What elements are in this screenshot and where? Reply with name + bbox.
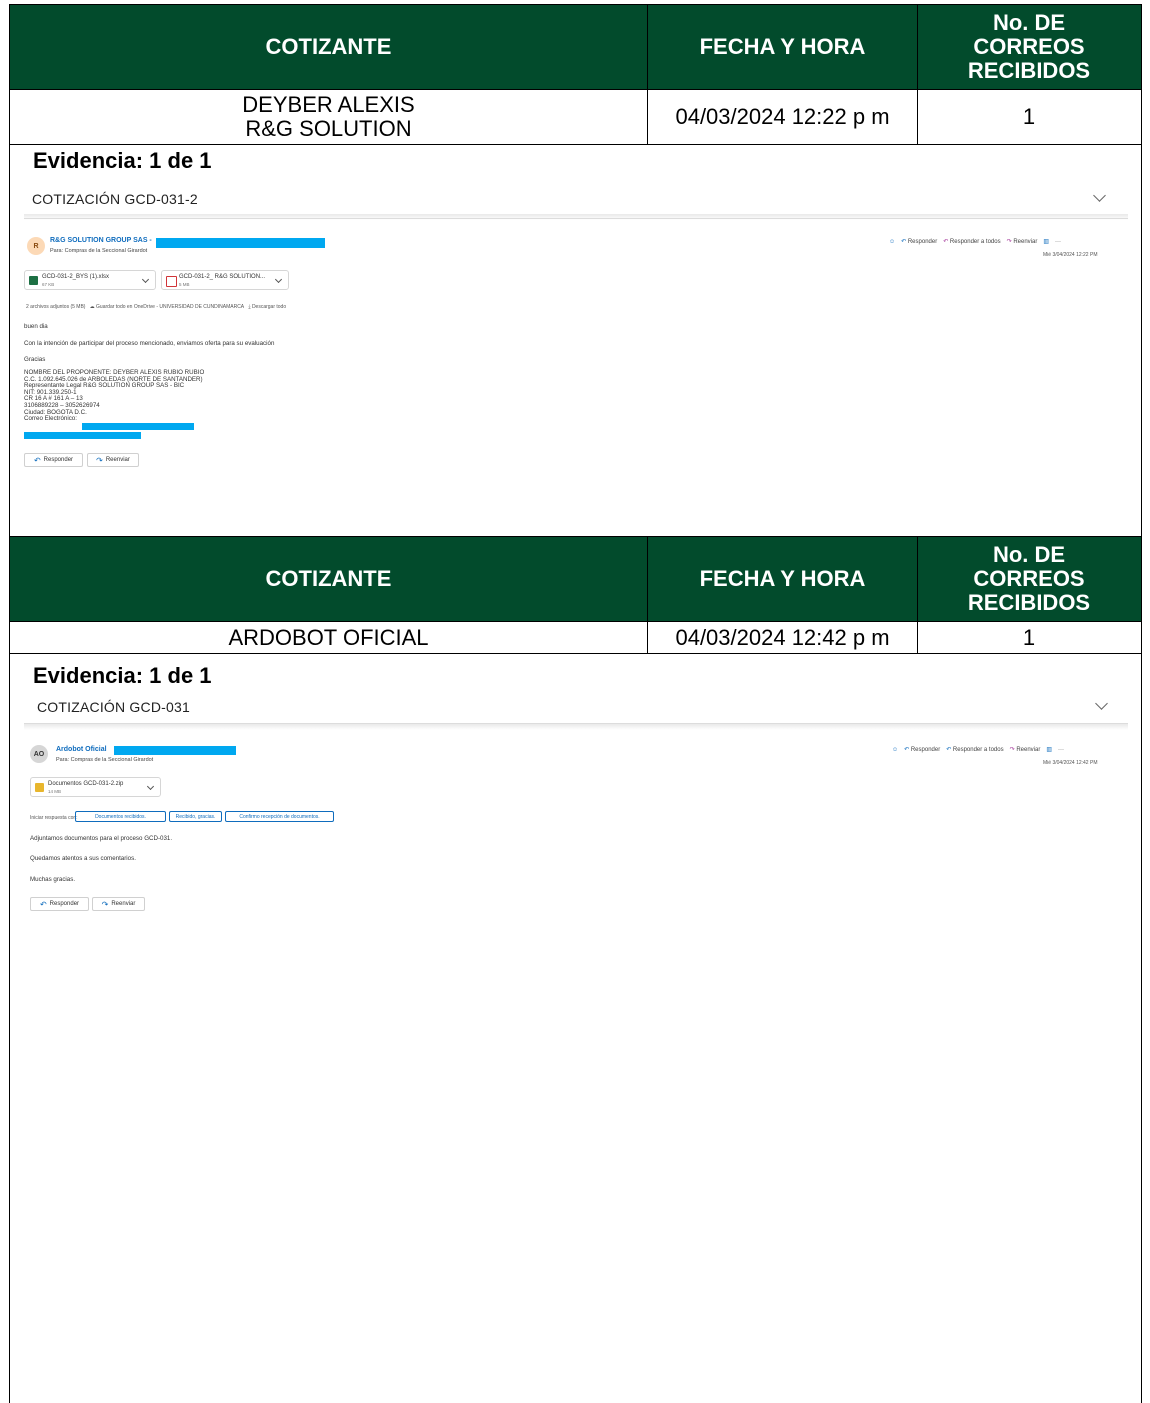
header-correos-recibidos: No. DE CORREOS RECIBIDOS [917,5,1140,89]
redacted-email [156,238,325,248]
email-body-line: Adjuntamos documentos para el proceso GC… [30,835,173,842]
emoji-icon[interactable]: ☺ [889,239,895,245]
email-actions: ☺ ↶ Responder ↶ Responder a todos ↷ Reen… [889,238,1061,246]
email-actions: ☺ ↶ Responder ↶ Responder a todos ↷ Reen… [892,746,1064,754]
cell-correos: 1 [917,622,1140,653]
forward-action[interactable]: ↷ Reenviar [1007,238,1038,245]
email-date: Mié 3/04/2024 12:22 PM [1043,252,1098,258]
email-date: Mié 3/04/2024 12:42 PM [1043,760,1098,766]
download-all-link[interactable]: Descargar todo [252,304,286,310]
view-icon[interactable]: ▥ [1046,746,1052,753]
header-correos-recibidos: No. DE CORREOS RECIBIDOS [917,537,1140,621]
table-row: DEYBER ALEXIS R&G SOLUTION 04/03/2024 12:… [9,90,1142,145]
chevron-down-icon[interactable] [141,275,150,284]
reply-button[interactable]: ↶ Responder [30,897,89,911]
divider [24,724,1128,730]
cell-correos: 1 [917,90,1140,144]
email-body-line: Muchas gracias. [30,876,76,883]
quick-reply-label: Iniciar respuesta con: [30,815,78,821]
reply-action[interactable]: ↶ Responder [904,746,940,753]
recipient-line: Para: Compras de la Seccional Girardot [50,248,148,254]
forward-button[interactable]: ↷ Reenviar [87,453,139,467]
divider [24,218,1128,219]
chevron-down-icon[interactable] [146,782,155,791]
quick-reply-button[interactable]: Documentos recibidos. [75,811,166,822]
email-body-line: buen dia [24,323,48,330]
forward-button[interactable]: ↷ Reenviar [92,897,145,911]
reply-action[interactable]: ↶ Responder [901,238,937,245]
view-icon[interactable]: ▥ [1043,238,1049,245]
sender-name[interactable]: Ardobot Oficial [56,746,107,753]
download-icon: ⤓ [248,304,251,310]
email-subject: COTIZACIÓN GCD-031-2 [32,191,198,207]
more-icon[interactable]: ··· [1058,747,1064,753]
redacted-email [114,746,236,755]
emoji-icon[interactable]: ☺ [892,747,898,753]
reply-all-action[interactable]: ↶ Responder a todos [946,746,1003,753]
avatar: AO [30,745,48,763]
cell-fecha: 04/03/2024 12:42 p m [647,622,917,653]
quick-reply-button[interactable]: Recibido, gracias. [169,811,222,822]
recipient-line: Para: Compras de la Seccional Girardot [56,757,154,763]
attachment[interactable]: GCD-031-2_ R&G SOLUTION... 5 MB [161,270,289,290]
table-header: COTIZANTE FECHA Y HORA No. DE CORREOS RECI… [9,4,1142,90]
evidence-label: Evidencia: 1 de 1 [33,663,212,688]
zip-folder-icon [35,783,44,792]
email-signature: NOMBRE DEL PROPONENTE: DEYBER ALEXIS RUB… [24,369,205,423]
header-fecha-hora: FECHA Y HORA [647,537,917,621]
cloud-icon: ☁ [89,304,95,310]
attachment[interactable]: GCD-031-2_BYS (1).xlsx 67 KB [24,270,156,290]
attachments-summary: 2 archivos adjuntos (5 MB) ☁ Guardar tod… [26,304,287,310]
header-cotizante: COTIZANTE [265,566,392,592]
email-body-line: Gracias [24,356,46,363]
excel-icon [29,276,38,285]
pdf-icon [166,276,177,287]
redacted-email [24,432,141,439]
cell-fecha: 04/03/2024 12:22 p m [647,90,917,144]
avatar: R [27,237,45,255]
reply-all-action[interactable]: ↶ Responder a todos [943,238,1000,245]
table-header: COTIZANTE FECHA Y HORA No. DE CORREOS RECI… [9,536,1142,622]
divider [24,214,1128,220]
attachment[interactable]: Documentos GCD-031-2.zip 14 MB [30,777,161,797]
save-onedrive-link[interactable]: Guardar todo en OneDrive - UNIVERSIDAD D… [96,304,244,310]
email-subject: COTIZACIÓN GCD-031 [37,699,190,715]
evidence-label: Evidencia: 1 de 1 [33,148,212,173]
reply-button[interactable]: ↶ Responder [24,453,83,467]
header-fecha-hora: FECHA Y HORA [647,5,917,89]
sender-name[interactable]: R&G SOLUTION GROUP SAS - [50,237,152,244]
quick-reply-button[interactable]: Confirmo recepción de documentos. [225,811,334,822]
cell-cotizante: DEYBER ALEXIS R&G SOLUTION [242,92,415,141]
redacted-email [82,423,194,430]
chevron-down-icon[interactable] [274,275,283,284]
email-body-line: Quedamos atentos a sus comentarios. [30,855,136,862]
cell-cotizante: ARDOBOT OFICIAL [228,624,429,650]
more-icon[interactable]: ··· [1055,239,1061,245]
email-body-line: Con la intención de participar del proce… [24,340,275,347]
forward-action[interactable]: ↷ Reenviar [1010,746,1041,753]
header-cotizante: COTIZANTE [265,34,392,60]
table-row: ARDOBOT OFICIAL 04/03/2024 12:42 p m 1 [9,622,1142,654]
